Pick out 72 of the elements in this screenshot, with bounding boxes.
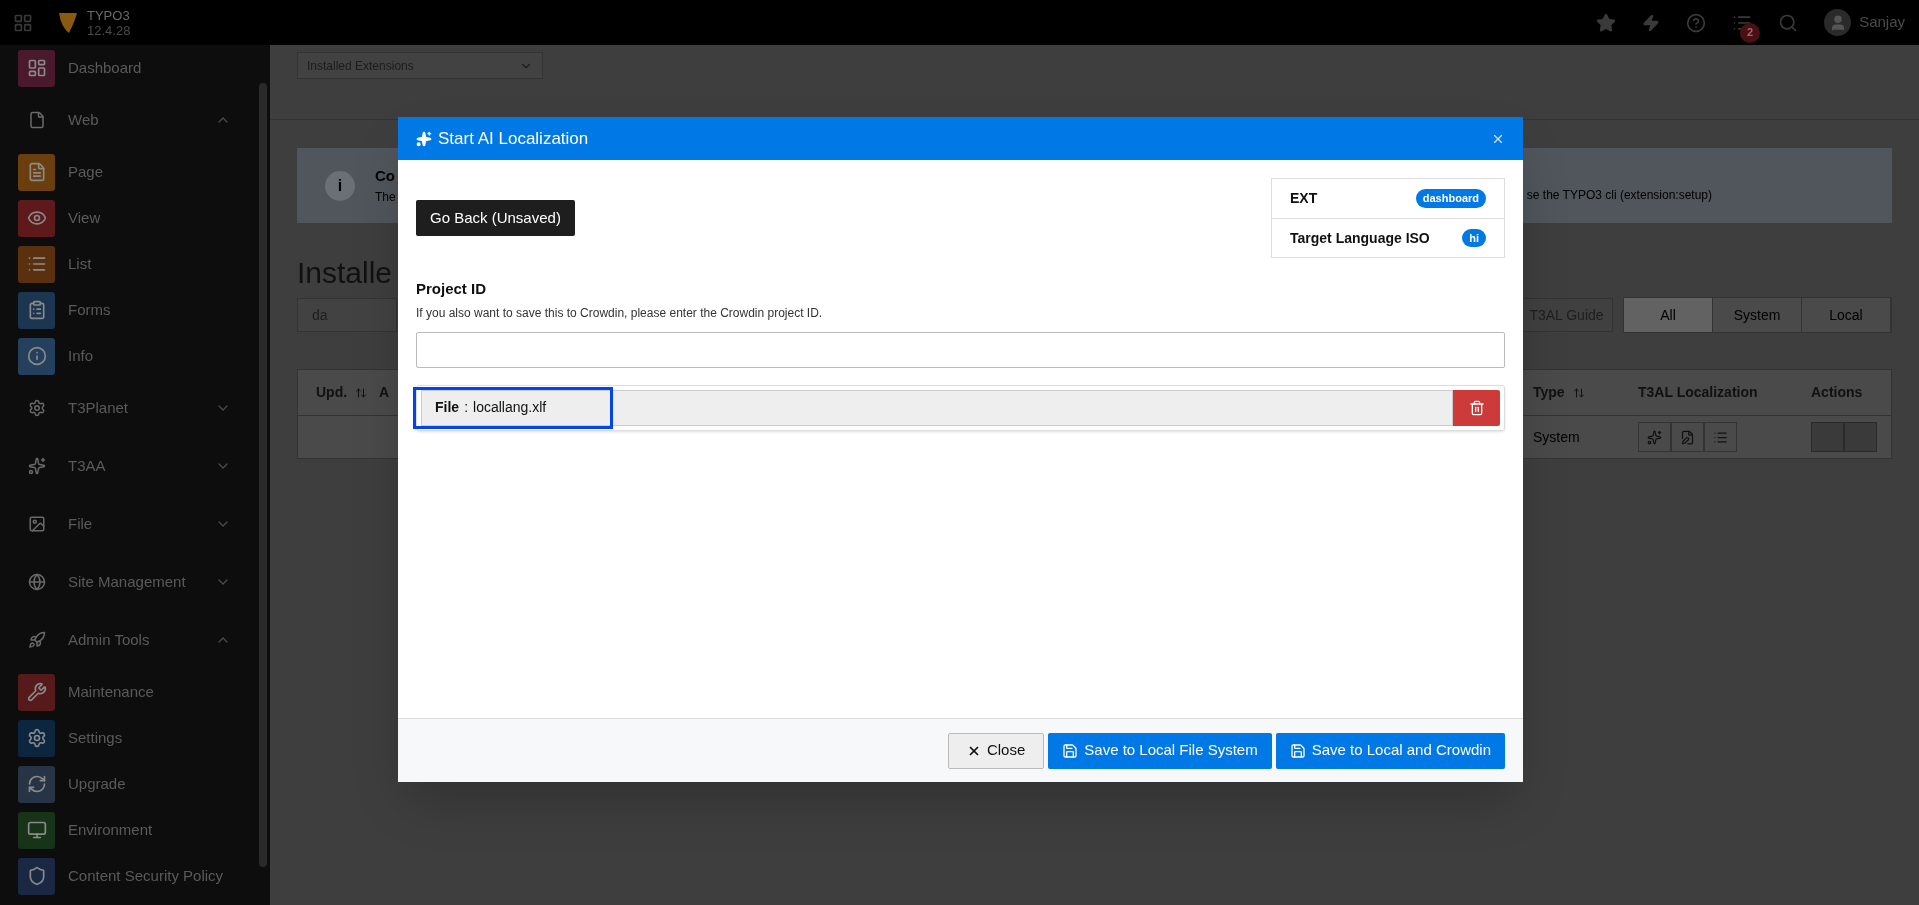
sidebar-item[interactable]: List: [0, 241, 259, 287]
filter-tab[interactable]: Local: [1802, 298, 1891, 332]
trash-icon: [1468, 399, 1485, 416]
column-header[interactable]: Upd.: [316, 382, 368, 403]
search-icon[interactable]: [1778, 12, 1799, 33]
page-icon: [27, 111, 46, 129]
sidebar-item[interactable]: Page: [0, 149, 259, 195]
modal-title: Start AI Localization: [438, 127, 589, 150]
save-icon: [1062, 742, 1079, 759]
delete-button[interactable]: [1453, 389, 1500, 426]
sidebar-item[interactable]: Upgrade: [0, 761, 259, 807]
help-icon[interactable]: [1686, 12, 1707, 33]
globe-icon: [27, 573, 46, 591]
column-header[interactable]: Type: [1533, 382, 1638, 403]
info-badge: dashboard: [1415, 189, 1486, 208]
app-version: 12.4.28: [87, 22, 131, 38]
save-icon: [1289, 742, 1306, 759]
project-id-field[interactable]: [416, 331, 1505, 368]
callout-text: se the TYPO3 cli (extension:setup): [1526, 186, 1712, 204]
avatar-icon: [1824, 9, 1852, 36]
column-header: Actions: [1811, 383, 1864, 402]
sparkle-icon: [27, 457, 46, 475]
callout-text: The: [375, 188, 396, 206]
callout-title: Co: [375, 166, 396, 187]
field-label: Project ID: [416, 279, 488, 299]
lightning-icon[interactable]: [1642, 13, 1661, 32]
info-label: Target Language ISO: [1290, 228, 1430, 248]
sparkle-icon: [416, 130, 432, 147]
sidebar-item[interactable]: Environment: [0, 807, 259, 853]
sidebar-group[interactable]: Admin Tools: [0, 611, 259, 669]
sidebar-item[interactable]: Settings: [0, 715, 259, 761]
star-icon[interactable]: [1596, 12, 1617, 33]
column-header: T3AL Localization: [1638, 383, 1759, 402]
filter-tab[interactable]: System: [1713, 298, 1802, 332]
logo-icon: [57, 10, 79, 35]
field-help: If you also want to save this to Crowdin, please enter the Crowdin project ID.: [416, 304, 824, 322]
scrollbar[interactable]: [259, 83, 267, 867]
action-button[interactable]: [1844, 422, 1877, 452]
user-menu[interactable]: Sanjay: [1824, 9, 1905, 36]
gear-icon: [27, 399, 46, 417]
rocket-icon: [27, 631, 46, 649]
info-icon: i: [325, 170, 355, 201]
notification-badge: 2: [1740, 22, 1761, 43]
close-button[interactable]: Close: [947, 732, 1045, 769]
sort-icon: [1572, 386, 1585, 399]
table-cell-text: System: [1533, 427, 1581, 447]
sparkle-icon[interactable]: [1638, 422, 1671, 452]
app-grid-icon[interactable]: [12, 12, 33, 33]
save-button[interactable]: Save to Local File System: [1048, 732, 1272, 769]
sidebar-group[interactable]: File: [0, 495, 259, 553]
app-name: TYPO3: [87, 7, 131, 23]
sort-icon: [355, 386, 368, 399]
image-icon: [27, 515, 46, 533]
save-button[interactable]: Save to Local and Crowdin: [1275, 732, 1505, 769]
back-button[interactable]: Go Back (Unsaved): [416, 200, 575, 236]
file-label: File : locallang.xlf: [416, 389, 610, 426]
sidebar-item[interactable]: Forms: [0, 287, 259, 333]
edit-file-icon[interactable]: [1671, 422, 1704, 452]
sidebar-item[interactable]: Content Security Policy: [0, 853, 259, 899]
info-label: EXT: [1290, 189, 1318, 208]
sidebar-item[interactable]: View: [0, 195, 259, 241]
sidebar-group[interactable]: Web: [0, 91, 259, 149]
sidebar-item[interactable]: Maintenance: [0, 669, 259, 715]
sidebar-group[interactable]: T3Planet: [0, 379, 259, 437]
sidebar-group[interactable]: Site Management: [0, 553, 259, 611]
sidebar-item[interactable]: Info: [0, 333, 259, 379]
action-button[interactable]: [1811, 422, 1844, 452]
list-icon[interactable]: [1704, 422, 1737, 452]
sidebar-item[interactable]: Dashboard: [0, 45, 259, 91]
filter-tab[interactable]: All: [1624, 298, 1713, 332]
sidebar-group[interactable]: T3AA: [0, 437, 259, 495]
info-badge: hi: [1462, 228, 1486, 248]
